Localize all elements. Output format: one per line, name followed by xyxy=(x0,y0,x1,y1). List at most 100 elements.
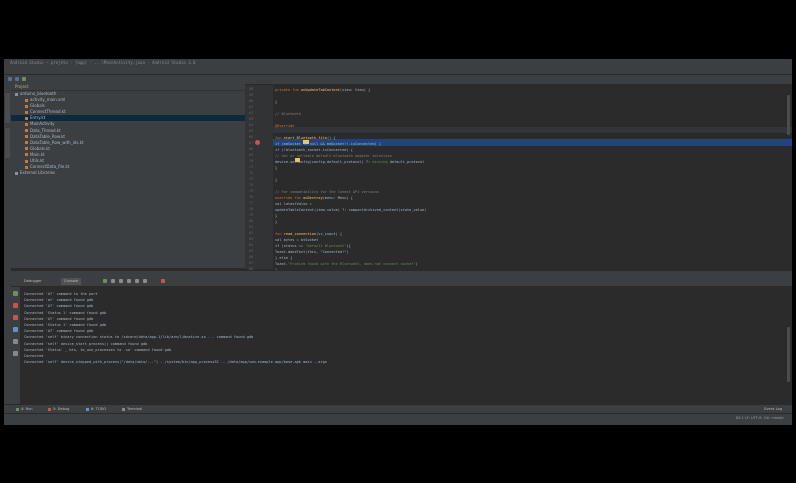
line-number: 78 xyxy=(249,207,254,211)
ide-window: Android Studio — projeto - [app] - ...\M… xyxy=(4,59,792,425)
line-number: 62 xyxy=(249,111,254,115)
line-number: 58 xyxy=(249,87,254,91)
code-line: } xyxy=(275,100,278,104)
code-line: private fun onUpdateTabContent(view: Vie… xyxy=(275,88,371,92)
editor-tabs: activity_main.xmlConnectData_file_with_i… xyxy=(245,75,792,85)
run-icon[interactable] xyxy=(22,77,26,81)
event-log-button[interactable]: Event Log xyxy=(764,406,782,413)
step-into-icon[interactable] xyxy=(119,279,123,283)
editor-scrollbar[interactable] xyxy=(787,95,790,135)
code-line: } xyxy=(275,178,278,182)
breakpoints-icon[interactable] xyxy=(161,279,165,283)
line-number: 66 xyxy=(249,135,254,139)
left-tool-strip xyxy=(4,83,11,413)
tree-item-label: DataTable_Row_with_ids.kt xyxy=(30,139,84,145)
tree-item-label: Data_Thread.kt xyxy=(30,127,61,133)
tree-item-label: Utils.kt xyxy=(30,158,44,164)
tree-item-label: DataTable_Row.kt xyxy=(30,133,66,139)
tree-item-label: Main.kt xyxy=(30,151,45,157)
tree-item-label: Globals.kt xyxy=(30,145,50,151)
rerun-icon[interactable] xyxy=(13,291,18,296)
caret-row-highlight xyxy=(273,127,792,133)
line-number: 77 xyxy=(249,201,254,205)
library-icon xyxy=(15,171,18,175)
file-icon xyxy=(25,165,28,169)
tab-console[interactable]: Console xyxy=(61,278,82,285)
file-icon xyxy=(25,141,28,145)
console-line: Connected 'AT' command found gdb xyxy=(24,304,94,309)
tree-item-label: Globals xyxy=(30,103,45,109)
close-icon[interactable] xyxy=(13,351,18,356)
tree-item-label: ConnectThread.kt xyxy=(30,109,66,115)
line-number: 68 xyxy=(249,147,254,151)
line-number: 71 xyxy=(249,165,254,169)
resume-icon[interactable] xyxy=(103,279,107,283)
tree-item[interactable]: External Libraries xyxy=(11,170,245,176)
line-number: 87 xyxy=(249,261,254,265)
line-number: 80 xyxy=(249,219,254,223)
line-number: 74 xyxy=(249,183,254,187)
file-icon xyxy=(25,153,28,157)
line-number: 61 xyxy=(249,105,254,109)
file-icon xyxy=(25,104,28,108)
cursor-position: 85:1 LF: UTF-8: Git: master xyxy=(735,416,784,420)
save-icon[interactable] xyxy=(15,77,19,81)
line-number: 59 xyxy=(249,93,254,97)
tab-debug[interactable]: 5: Debug xyxy=(48,406,69,413)
tree-item-label: External Libraries xyxy=(20,170,56,176)
settings-icon[interactable] xyxy=(13,327,18,332)
line-number: 82 xyxy=(249,231,254,235)
menu-bar: FileEditViewNavigateCodeAnalyzeRefactorB… xyxy=(4,66,792,82)
code-line: @Override xyxy=(275,124,295,128)
line-number: 70 xyxy=(249,159,254,163)
breakpoint-icon[interactable] xyxy=(255,140,260,145)
title-bar: Android Studio — projeto - [app] - ...\M… xyxy=(4,59,792,66)
project-panel-header[interactable]: Project xyxy=(11,83,245,91)
console-scrollbar[interactable] xyxy=(787,327,790,382)
tree-item-label: ConnectData_file.kt xyxy=(30,164,70,170)
code-line: } xyxy=(275,166,278,170)
evaluate-icon[interactable] xyxy=(143,279,147,283)
console-line: Connected 'Status 1' command found gdb xyxy=(24,310,107,315)
project-tool-tab[interactable] xyxy=(5,93,10,123)
line-number: 72 xyxy=(249,171,254,175)
tab-todo[interactable]: 6: TODO xyxy=(86,406,106,413)
console-line: Connected 'self' device_stopped_with_pro… xyxy=(24,360,327,365)
file-icon xyxy=(25,129,28,133)
step-out-icon[interactable] xyxy=(127,279,131,283)
line-number: 75 xyxy=(249,189,254,193)
debug-icon xyxy=(48,407,51,411)
line-number: 60 xyxy=(249,99,254,103)
console-line: Connected 'self' binary connection statu… xyxy=(24,335,254,340)
line-number: 67 xyxy=(249,141,254,145)
view-breakpoints-icon[interactable] xyxy=(13,315,18,320)
project-panel: Project arduino_bluetooth activity_main.… xyxy=(11,83,246,268)
debug-console[interactable]: Connected 'AT' command to the port Connec… xyxy=(20,287,792,404)
code-line: // Bluetooth xyxy=(275,112,301,116)
console-line: Connected 'AT' command found gdb xyxy=(24,329,94,334)
file-icon xyxy=(25,159,28,163)
run-icon xyxy=(16,407,19,411)
console-line: Connected 'self' device_start_process() … xyxy=(24,341,148,346)
todo-icon xyxy=(86,407,89,411)
tab-debugger[interactable]: Debugger xyxy=(21,278,45,285)
debug-toolbar: Debugger Console xyxy=(11,277,792,287)
line-number: 64 xyxy=(249,123,254,127)
line-number: 83 xyxy=(249,237,254,241)
line-gutter: 58 59 60 61 62 63 64 65 66 67 68 69 70 71 72 73 74 75 76 77… xyxy=(245,85,273,271)
console-line: Connected xyxy=(24,354,44,358)
run-to-cursor-icon[interactable] xyxy=(135,279,139,283)
file-icon xyxy=(25,116,28,120)
open-project-icon[interactable] xyxy=(8,77,12,81)
code-editor[interactable]: 58 59 60 61 62 63 64 65 66 67 68 69 70 71 72 73 74 75 76 77… xyxy=(245,85,792,272)
file-icon xyxy=(25,98,28,102)
tab-terminal[interactable]: Terminal xyxy=(122,406,142,413)
pin-icon[interactable] xyxy=(13,339,18,344)
tab-run[interactable]: 4: Run xyxy=(16,406,33,413)
code-line: Toast."Problem found with the Bluetooth,… xyxy=(275,262,418,266)
console-line: Connected 'at' command found gdb xyxy=(24,298,94,303)
structure-tool-tab[interactable] xyxy=(5,128,10,158)
code-line: } xyxy=(275,220,278,224)
step-over-icon[interactable] xyxy=(111,279,115,283)
stop-icon[interactable] xyxy=(13,303,18,308)
